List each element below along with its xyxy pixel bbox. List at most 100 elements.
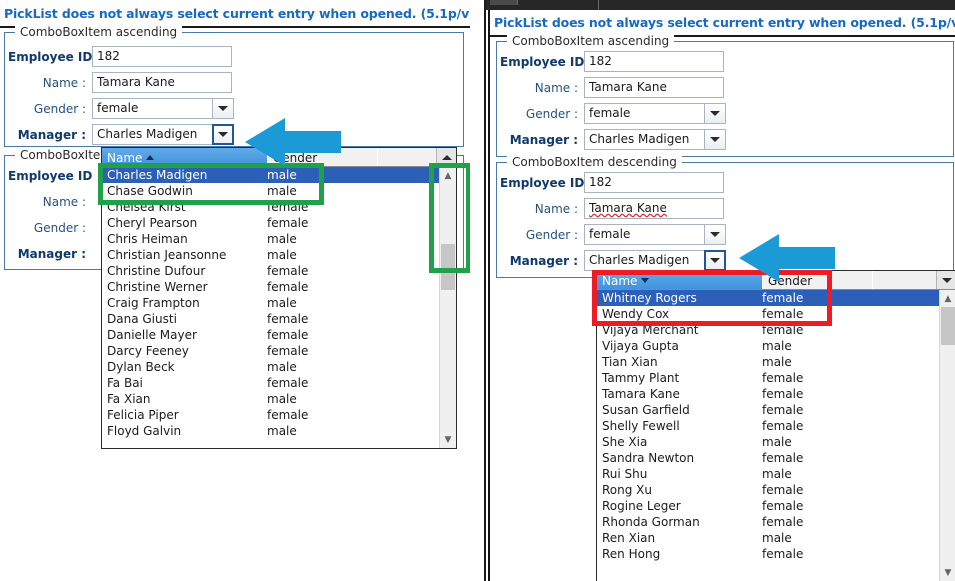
picklist-column-header-name[interactable]: Name (102, 148, 267, 166)
picklist-cell-name: Christine Werner (107, 280, 208, 294)
picklist-cell-gender: female (762, 419, 804, 433)
picklist-row[interactable]: Tamara Kane female (597, 386, 939, 402)
picklist-body-right: Whitney Rogers female Wendy Cox female Vijay… (597, 290, 955, 581)
picklist-scrollbar-left[interactable]: ▲ ▼ (439, 167, 456, 448)
picklist-column-header-gender[interactable]: Gender (762, 271, 872, 289)
picklist-cell-gender: female (267, 328, 309, 342)
employee-id-label: Employee ID : (500, 175, 594, 190)
manager-combobox-value[interactable]: Charles Madigen (92, 124, 212, 145)
picklist-row[interactable]: Vijaya Gupta male (597, 338, 939, 354)
gender-combobox[interactable]: female (92, 98, 234, 119)
manager-combobox-button[interactable] (704, 250, 726, 271)
manager-combobox-button[interactable] (212, 124, 234, 145)
scrollbar-down-arrow[interactable]: ▼ (440, 431, 456, 448)
picklist-cell-gender: female (762, 387, 804, 401)
scrollbar-thumb[interactable] (941, 307, 955, 345)
picklist-row[interactable]: Floyd Galvin male (102, 423, 439, 439)
picklist-row[interactable]: Cheryl Pearson female (102, 215, 439, 231)
gender-label: Gender : (33, 221, 86, 235)
picklist-rows-left[interactable]: Charles Madigen male Chase Godwin male Chels… (102, 167, 439, 448)
gender-combobox[interactable]: female (584, 103, 726, 124)
picklist-header-dropdown-button[interactable] (936, 271, 955, 289)
right-panel: PickList does not always select current … (484, 0, 955, 581)
picklist-row[interactable]: Tian Xian male (597, 354, 939, 370)
picklist-cell-name: Ren Xian (602, 531, 656, 545)
scrollbar-up-arrow[interactable]: ▲ (940, 290, 955, 307)
picklist-row[interactable]: Susan Garfield female (597, 402, 939, 418)
picklist-row[interactable]: Shelly Fewell female (597, 418, 939, 434)
picklist-cell-gender: female (267, 200, 309, 214)
picklist-row[interactable]: Chelsea Kirst female (102, 199, 439, 215)
picklist-row[interactable]: Tammy Plant female (597, 370, 939, 386)
picklist-rows-right[interactable]: Whitney Rogers female Wendy Cox female Vijay… (597, 290, 939, 581)
manager-combobox-value[interactable]: Charles Madigen (584, 250, 704, 271)
picklist-column-header-name[interactable]: Name (597, 271, 762, 289)
picklist-row[interactable]: Felicia Piper female (102, 407, 439, 423)
gender-combobox-value[interactable]: female (584, 103, 704, 124)
name-input[interactable]: Tamara Kane (92, 72, 232, 93)
picklist-row[interactable]: Rhonda Gorman female (597, 514, 939, 530)
picklist-row[interactable]: Vijaya Merchant female (597, 322, 939, 338)
picklist-row[interactable]: Wendy Cox female (597, 306, 939, 322)
picklist-row[interactable]: Dylan Beck male (102, 359, 439, 375)
manager-combobox-value[interactable]: Charles Madigen (584, 129, 704, 150)
picklist-cell-gender: female (267, 264, 309, 278)
picklist-row[interactable]: She Xia male (597, 434, 939, 450)
employee-id-input[interactable]: 182 (584, 172, 724, 193)
picklist-row[interactable]: Christine Werner female (102, 279, 439, 295)
picklist-cell-name: Christian Jeansonne (107, 248, 227, 262)
manager-combobox[interactable]: Charles Madigen (584, 250, 726, 271)
gender-combobox-value[interactable]: female (92, 98, 212, 119)
employee-id-input[interactable]: 182 (584, 51, 724, 72)
picklist-cell-gender: male (267, 232, 297, 246)
gender-combobox-button[interactable] (704, 224, 726, 245)
picklist-cell-name: Tammy Plant (602, 371, 680, 385)
picklist-row[interactable]: Sandra Newton female (597, 450, 939, 466)
manager-combobox-button[interactable] (704, 129, 726, 150)
name-input[interactable]: Tamara Kane (584, 198, 724, 219)
manager-label: Manager : (509, 132, 578, 147)
picklist-row[interactable]: Whitney Rogers female (597, 290, 939, 306)
gender-combobox-value[interactable]: female (584, 224, 704, 245)
picklist-row[interactable]: Craig Frampton male (102, 295, 439, 311)
picklist-row[interactable]: Danielle Mayer female (102, 327, 439, 343)
picklist-row[interactable]: Chase Godwin male (102, 183, 439, 199)
scrollbar-up-arrow[interactable]: ▲ (440, 167, 456, 184)
scrollbar-track[interactable] (440, 184, 456, 431)
picklist-cell-name: Tian Xian (602, 355, 658, 369)
picklist-row[interactable]: Ren Xian male (597, 530, 939, 546)
picklist-column-header-gender[interactable]: Gender (267, 148, 377, 166)
manager-picklist-popup-left[interactable]: Name Gender Charles Madigen male Chase God… (101, 147, 457, 449)
manager-combobox[interactable]: Charles Madigen (92, 124, 234, 145)
picklist-cell-name: Vijaya Merchant (602, 323, 699, 337)
picklist-row[interactable]: Rogine Leger female (597, 498, 939, 514)
picklist-cell-name: Darcy Feeney (107, 344, 189, 358)
gender-combobox-button[interactable] (704, 103, 726, 124)
picklist-row[interactable]: Ren Hong female (597, 546, 939, 562)
gender-combobox[interactable]: female (584, 224, 726, 245)
scrollbar-thumb[interactable] (441, 244, 455, 290)
picklist-scrollbar-right[interactable]: ▲ ▼ (939, 290, 955, 581)
manager-combobox[interactable]: Charles Madigen (584, 129, 726, 150)
picklist-cell-name: Chase Godwin (107, 184, 193, 198)
picklist-row[interactable]: Fa Xian male (102, 391, 439, 407)
scrollbar-track[interactable] (940, 307, 955, 564)
picklist-row[interactable]: Rui Shu male (597, 466, 939, 482)
employee-id-input[interactable]: 182 (92, 46, 232, 67)
picklist-header-scroll-up-button[interactable] (436, 148, 456, 166)
gender-combobox-button[interactable] (212, 98, 234, 119)
picklist-cell-gender: male (267, 392, 297, 406)
field-row-gender-left-2: Gender : (8, 221, 92, 235)
picklist-row[interactable]: Darcy Feeney female (102, 343, 439, 359)
scrollbar-down-arrow[interactable]: ▼ (940, 564, 955, 581)
picklist-row[interactable]: Christian Jeansonne male (102, 247, 439, 263)
picklist-row[interactable]: Charles Madigen male (102, 167, 439, 183)
picklist-row[interactable]: Dana Giusti female (102, 311, 439, 327)
picklist-row[interactable]: Christine Dufour female (102, 263, 439, 279)
name-input[interactable]: Tamara Kane (584, 77, 724, 98)
picklist-cell-gender: female (762, 499, 804, 513)
picklist-row[interactable]: Fa Bai female (102, 375, 439, 391)
manager-picklist-popup-right[interactable]: Name Gender Whitney Rogers female Wendy Co… (596, 270, 955, 581)
picklist-row[interactable]: Chris Heiman male (102, 231, 439, 247)
picklist-row[interactable]: Rong Xu female (597, 482, 939, 498)
